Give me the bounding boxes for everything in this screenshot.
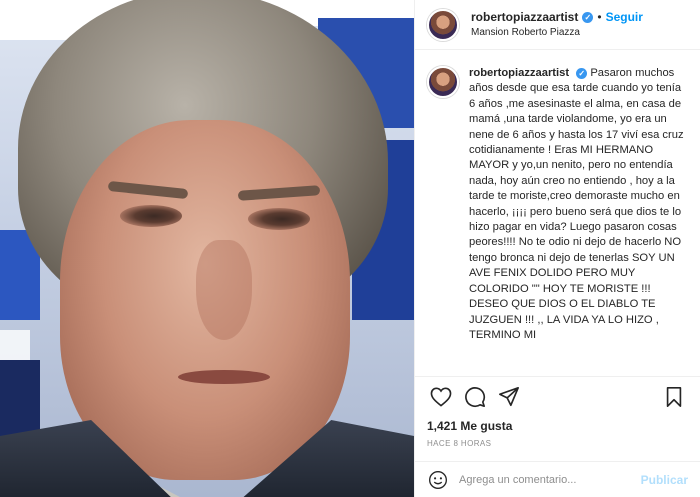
likes-count[interactable]: 1,421 Me gusta	[415, 417, 700, 435]
separator-dot: •	[597, 9, 602, 24]
post-sidebar: robertopiazzaartist ✓ • Seguir Mansion R…	[414, 0, 700, 497]
caption-body: Pasaron muchos años desde que esa tarde …	[469, 67, 684, 341]
bookmark-icon[interactable]	[660, 383, 688, 411]
header-text: robertopiazzaartist ✓ • Seguir Mansion R…	[471, 10, 643, 40]
publish-button[interactable]: Publicar	[641, 473, 688, 487]
portrait-eye	[248, 208, 310, 230]
follow-button[interactable]: Seguir	[606, 10, 643, 25]
emoji-icon[interactable]	[427, 469, 449, 491]
username-link[interactable]: robertopiazzaartist	[471, 10, 578, 25]
avatar[interactable]	[427, 66, 459, 98]
caption-username[interactable]: robertopiazzaartist	[469, 67, 569, 79]
header-top-row: robertopiazzaartist ✓ • Seguir	[471, 10, 643, 25]
verified-icon: ✓	[582, 11, 594, 23]
caption-text: robertopiazzaartist ✓ Pasaron muchos año…	[469, 66, 688, 376]
avatar[interactable]	[427, 8, 459, 41]
post-header: robertopiazzaartist ✓ • Seguir Mansion R…	[415, 0, 700, 50]
comment-icon[interactable]	[461, 383, 489, 411]
post-photo[interactable]	[0, 0, 414, 497]
instagram-post: robertopiazzaartist ✓ • Seguir Mansion R…	[0, 0, 700, 497]
share-icon[interactable]	[495, 383, 523, 411]
portrait-nose	[196, 240, 252, 340]
location-link[interactable]: Mansion Roberto Piazza	[471, 27, 643, 40]
comment-box: Publicar	[415, 461, 700, 497]
portrait-eye	[120, 205, 182, 227]
verified-icon: ✓	[576, 68, 588, 79]
comment-input[interactable]	[459, 473, 641, 486]
action-bar	[415, 377, 700, 417]
post-time[interactable]: Hace 8 horas	[415, 435, 700, 461]
actions-section: 1,421 Me gusta Hace 8 horas	[415, 376, 700, 461]
heart-icon[interactable]	[427, 383, 455, 411]
portrait-mouth	[178, 370, 270, 384]
caption: robertopiazzaartist ✓ Pasaron muchos año…	[415, 50, 700, 376]
